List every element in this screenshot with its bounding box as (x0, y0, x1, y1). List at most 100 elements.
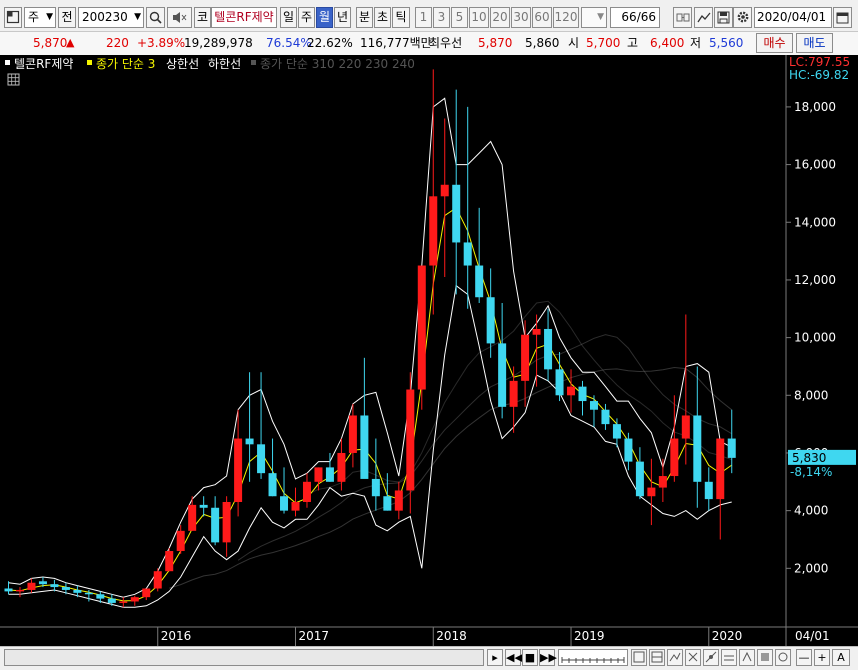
interval-120[interactable]: 120 (553, 7, 579, 28)
chevron-down-icon: ▼ (134, 12, 141, 22)
buy-button[interactable]: 매수 (756, 33, 793, 53)
tool-icon-9[interactable] (775, 649, 791, 666)
candle-body (509, 380, 518, 407)
candle-body (96, 594, 105, 599)
mode-button[interactable]: 전 (58, 7, 76, 28)
zoom-in-button[interactable]: + (814, 649, 830, 666)
code-input[interactable]: 200230 ▼ (78, 7, 144, 28)
candle-body (27, 582, 36, 590)
interval-3[interactable]: 3 (433, 7, 450, 28)
current-price: 5,870 (33, 36, 68, 50)
period-minute[interactable]: 분 (356, 7, 373, 28)
candle-body (4, 588, 13, 592)
candle-body (383, 496, 392, 511)
period-second[interactable]: 초 (374, 7, 391, 28)
toolbar: 주 ▼ 전 200230 ▼ 코 텔콘RF제약 일 주 월 년 분 초 틱 1 … (0, 0, 858, 30)
candle-body (234, 438, 243, 502)
candle-body (429, 196, 438, 266)
tool-icon-8[interactable] (757, 649, 773, 666)
tool-icon-4[interactable] (685, 649, 701, 666)
zoom-slider[interactable] (558, 649, 628, 666)
legend-marker (251, 60, 256, 65)
grid-toggle-icon[interactable] (7, 73, 20, 86)
chart-type-button[interactable] (694, 7, 713, 28)
legend-upper: 상한선 (166, 57, 199, 71)
period-month[interactable]: 월 (316, 7, 333, 28)
sound-button[interactable] (167, 7, 192, 28)
window-icon[interactable] (4, 7, 22, 28)
interval-60[interactable]: 60 (532, 7, 552, 28)
speaker-icon (172, 12, 186, 23)
interval-30[interactable]: 30 (511, 7, 531, 28)
candle-body (486, 297, 495, 344)
candle-body (670, 438, 679, 477)
calendar-button[interactable] (833, 7, 852, 28)
change-percent: +3.89% (137, 36, 186, 50)
scroll-end-button[interactable]: ▸ (487, 649, 503, 666)
tool-icon-6[interactable] (721, 649, 737, 666)
period-week[interactable]: 주 (298, 7, 315, 28)
candle-body (578, 386, 587, 402)
candle-body (371, 478, 380, 497)
candle-body (681, 415, 690, 439)
tool-icon-2[interactable] (649, 649, 665, 666)
scroll-track[interactable] (4, 649, 484, 666)
save-button[interactable] (714, 7, 733, 28)
x-tick-label: 2019 (574, 629, 605, 643)
candle-body (38, 581, 47, 585)
period-year[interactable]: 년 (334, 7, 351, 28)
ask-price: 5,870 (478, 36, 513, 50)
stop-button[interactable]: ■ (522, 649, 538, 666)
font-size-button[interactable]: A (832, 649, 850, 666)
zoom-out-button[interactable]: — (796, 649, 812, 666)
interval-select[interactable]: ▼ (581, 7, 607, 28)
line-chart-icon (696, 12, 710, 23)
y-tick-label: 14,000 (794, 215, 836, 229)
tool-icon-7[interactable] (739, 649, 755, 666)
sell-button[interactable]: 매도 (796, 33, 833, 53)
candle-body (176, 530, 185, 552)
tool-icon-5[interactable] (703, 649, 719, 666)
candle-body (61, 587, 70, 590)
candle-body (716, 438, 725, 500)
market-select[interactable]: 주 ▼ (24, 7, 56, 28)
candle-body (635, 461, 644, 497)
x-end-label: 04/01 (795, 629, 830, 643)
x-tick-label: 2016 (161, 629, 192, 643)
y-tick-label: 8,000 (794, 388, 828, 402)
tool-icon-1[interactable] (631, 649, 647, 666)
candle-body (73, 589, 82, 593)
open-label: 시 (568, 36, 580, 50)
candle-body (291, 501, 300, 511)
period-tick[interactable]: 틱 (392, 7, 410, 28)
x-tick-label: 2020 (712, 629, 743, 643)
rewind-button[interactable]: ◀◀ (505, 649, 523, 666)
change-value: 220 (106, 36, 129, 50)
candle-body (555, 369, 564, 396)
count-field[interactable]: 66/66 (610, 7, 660, 28)
date-value: 2020/04/01 (757, 10, 827, 24)
interval-20[interactable]: 20 (490, 7, 510, 28)
search-button[interactable] (146, 7, 165, 28)
save-icon (717, 11, 730, 24)
forward-button[interactable]: ▶▶ (539, 649, 557, 666)
interval-10[interactable]: 10 (469, 7, 489, 28)
gear-icon (737, 11, 748, 23)
candle-body (280, 496, 289, 511)
tool-icon-3[interactable] (667, 649, 683, 666)
price-chart[interactable]: 2,0004,0006,0008,00010,00012,00014,00016… (0, 55, 858, 646)
candle-body (50, 584, 59, 588)
interval-1[interactable]: 1 (415, 7, 432, 28)
best-quote-badge: 최우선 (429, 36, 463, 50)
period-day[interactable]: 일 (280, 7, 297, 28)
legend-lower: 하한선 (208, 57, 241, 71)
candle-body (211, 507, 220, 543)
y-tick-label: 16,000 (794, 158, 836, 172)
date-field[interactable]: 2020/04/01 (754, 7, 832, 28)
market-value: 주 (28, 10, 40, 24)
interval-5[interactable]: 5 (451, 7, 468, 28)
settings-button[interactable] (733, 7, 752, 28)
link-button[interactable] (673, 7, 692, 28)
y-tick-label: 12,000 (794, 273, 836, 287)
legend-vol: 종가 단순 310 220 230 240 (260, 57, 415, 71)
